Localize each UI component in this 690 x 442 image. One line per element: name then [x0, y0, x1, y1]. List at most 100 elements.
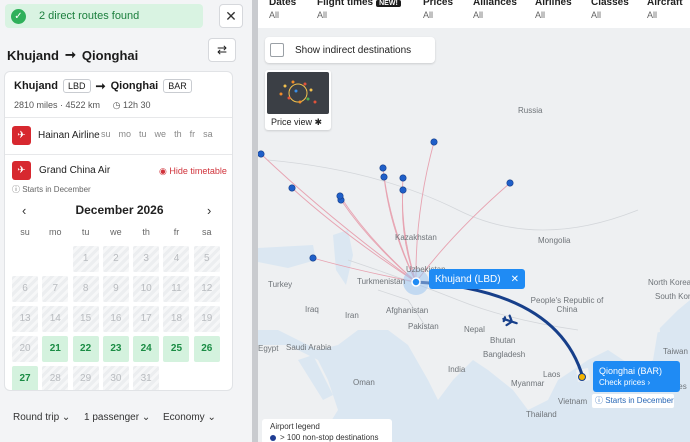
price-view-thumbnail	[267, 72, 329, 114]
destination-popup-title: Qionghai (BAR)	[599, 366, 663, 376]
filter-label: Prices	[423, 0, 454, 8]
map-label-india: India	[448, 365, 466, 374]
origin-label[interactable]: Khujand (LBD) ✕	[429, 269, 525, 289]
chevron-right-icon: ›	[647, 378, 651, 387]
calendar-blank	[194, 366, 220, 390]
destination-marker	[578, 373, 586, 381]
routes-found-toast: ✓ 2 direct routes found	[5, 4, 203, 28]
map-label-afghanistan: Afghanistan	[386, 306, 429, 315]
airport-marker[interactable]	[430, 138, 438, 146]
map-area[interactable]: Russia Kazakhstan Mongolia Uzbekistan Tu…	[258, 0, 690, 442]
passengers-select[interactable]: 1 passenger ⌄	[84, 412, 150, 423]
filter-airlines[interactable]: Airlines All	[535, 0, 572, 20]
weekday-header: tu	[81, 227, 90, 237]
origin-label-text: Khujand (LBD)	[435, 273, 501, 285]
eye-off-icon: ◉	[159, 166, 167, 176]
check-prices-link[interactable]: Check prices ›	[599, 377, 680, 389]
indirect-checkbox[interactable]	[270, 43, 284, 57]
airline-row-hainan[interactable]: ✈ Hainan Airline	[12, 126, 100, 145]
close-icon[interactable]: ✕	[511, 274, 519, 285]
weekday: sa	[203, 129, 213, 139]
chevron-down-icon: ⌄	[61, 412, 71, 423]
price-view-button[interactable]: Price view ✱	[265, 70, 331, 130]
origin-city: Khujand	[14, 80, 58, 92]
filter-dates[interactable]: Dates All	[269, 0, 296, 20]
airport-marker[interactable]	[506, 179, 514, 187]
calendar-day-unavailable: 12	[193, 276, 220, 302]
airline-name: Hainan Airline	[38, 130, 100, 141]
weekday-header: su	[20, 227, 30, 237]
map-label-oman: Oman	[353, 378, 375, 387]
calendar-day-unavailable: 16	[102, 306, 129, 332]
destination-code: BAR	[163, 79, 192, 93]
calendar-day-unavailable: 4	[163, 246, 190, 272]
close-button[interactable]: ✕	[219, 4, 243, 28]
new-badge: NEW!	[376, 0, 401, 7]
check-icon: ✓	[11, 8, 26, 24]
map-label-thailand: Thailand	[526, 410, 557, 419]
starts-note: ⓘ Starts in December	[12, 184, 91, 195]
island-taiwan	[653, 318, 660, 333]
calendar-day-unavailable: 18	[163, 306, 190, 332]
airport-marker[interactable]	[309, 254, 317, 262]
next-month-button[interactable]: ›	[207, 203, 211, 218]
weekday-header: mo	[49, 227, 62, 237]
airport-marker[interactable]	[258, 150, 265, 158]
calendar-blank	[42, 246, 68, 272]
filter-flight-times[interactable]: Flight times NEW! All	[317, 0, 401, 20]
airport-marker[interactable]	[380, 173, 388, 181]
distance-text: 2810 miles · 4522 km	[14, 100, 101, 110]
calendar-day-available[interactable]: 26	[193, 336, 220, 362]
filter-value: All	[591, 10, 602, 20]
map-label-myanmar: Myanmar	[511, 379, 545, 388]
airport-marker[interactable]	[379, 164, 387, 172]
calendar-day-unavailable: 13	[12, 306, 38, 332]
calendar-day-available[interactable]: 25	[163, 336, 190, 362]
swap-button[interactable]: ⇄	[208, 38, 236, 62]
filter-label: Alliances	[473, 0, 517, 8]
duration-text: 12h 30	[122, 100, 151, 110]
filter-aircraft[interactable]: Aircraft All	[647, 0, 683, 20]
map-label-russia: Russia	[518, 106, 543, 115]
legend-title: Airport legend	[270, 422, 320, 431]
calendar-day-available[interactable]: 23	[102, 336, 129, 362]
passengers-label: 1 passenger	[84, 412, 140, 423]
filter-prices[interactable]: Prices All	[423, 0, 453, 20]
cabin-label: Economy	[163, 412, 205, 423]
filter-classes[interactable]: Classes All	[591, 0, 629, 20]
calendar-blank	[163, 366, 189, 390]
hide-timetable-link[interactable]: ◉ Hide timetable	[159, 166, 227, 177]
weekday: fr	[189, 129, 196, 139]
calendar-day-unavailable: 28	[42, 366, 69, 390]
airport-marker[interactable]	[399, 174, 407, 182]
filter-label: Flight times	[317, 0, 374, 8]
airport-marker[interactable]	[399, 186, 407, 194]
airline-row-grand-china[interactable]: ✈ Grand China Air	[12, 161, 110, 180]
cabin-select[interactable]: Economy ⌄	[163, 412, 216, 423]
weekday-header: sa	[202, 227, 212, 237]
divider	[5, 154, 232, 155]
destination-popup[interactable]: Qionghai (BAR) Check prices ›	[593, 361, 680, 392]
calendar-day-available[interactable]: 22	[72, 336, 99, 362]
calendar-day-available[interactable]: 27	[12, 366, 38, 390]
swap-icon: ⇄	[216, 43, 228, 57]
map-label-saudi-arabia: Saudi Arabia	[286, 343, 332, 352]
calendar-day-unavailable: 15	[72, 306, 99, 332]
airport-legend[interactable]: Airport legend > 100 non-stop destinatio…	[262, 419, 392, 442]
filter-alliances[interactable]: Alliances All	[473, 0, 517, 20]
price-tag-icon: ✱	[314, 117, 323, 127]
airport-marker[interactable]	[288, 184, 296, 192]
calendar-day-unavailable: 6	[12, 276, 38, 302]
calendar-day-unavailable: 29	[72, 366, 99, 390]
map-label-taiwan: Taiwan	[663, 347, 688, 356]
route-card-header: Khujand LBD ➞ Qionghai BAR	[14, 79, 192, 93]
origin-marker	[411, 277, 421, 287]
calendar-day-available[interactable]: 21	[42, 336, 69, 362]
calendar-day-available[interactable]: 24	[133, 336, 160, 362]
filter-label: Dates	[269, 0, 297, 8]
arrow-icon: ➞	[95, 79, 106, 93]
trip-type-select[interactable]: Round trip ⌄	[13, 412, 70, 423]
show-indirect-toggle[interactable]: Show indirect destinations	[265, 37, 435, 63]
airport-marker[interactable]	[336, 192, 344, 200]
calendar-day-unavailable: 9	[102, 276, 129, 302]
